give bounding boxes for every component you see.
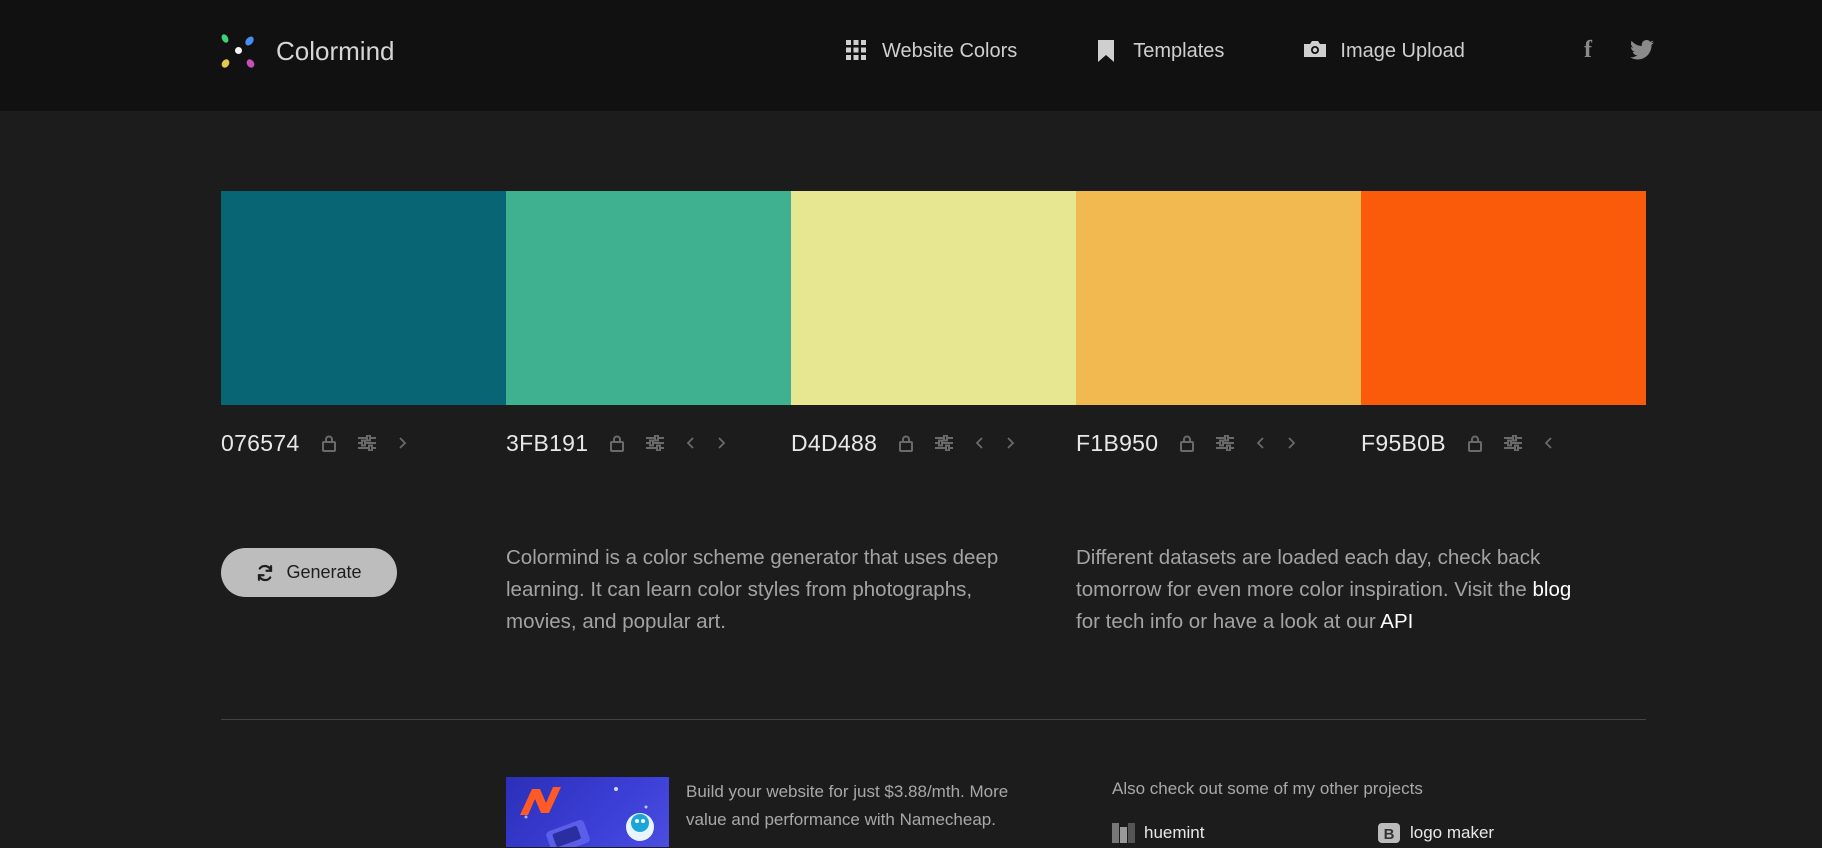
nav-label: Website Colors [882,39,1018,62]
lock-icon[interactable] [1180,435,1195,452]
grid-icon [846,40,868,62]
adjust-sliders-icon[interactable] [1216,435,1235,451]
projects-title: Also check out some of my other projects [1112,779,1423,798]
namecheap-logo-icon [520,787,654,847]
swatch-controls: F95B0B [1361,426,1646,460]
move-left-chevron-icon[interactable] [1256,437,1265,449]
color-swatch[interactable] [1076,191,1361,405]
nav-website-colors[interactable]: Website Colors [846,40,1017,63]
color-swatch[interactable] [221,191,506,405]
swatch-controls: 3FB191 [506,426,791,460]
hex-code[interactable]: F1B950 [1076,430,1158,457]
ad-text: Build your website for just $3.88/mth. M… [686,782,1009,829]
project-huemint-link[interactable]: huemint [1112,823,1204,843]
move-right-chevron-icon[interactable] [717,437,726,449]
generate-label: Generate [286,562,362,582]
blog-link[interactable]: blog [1533,578,1572,601]
brand-logo-link[interactable]: Colormind [220,32,395,70]
logo-maker-icon: B [1378,823,1402,843]
dataset-info: Different datasets are loaded each day, … [1076,542,1576,638]
swatch-labels: 076574 3FB191 D4D488 F1B950 F95B0B [221,426,1646,460]
nav-image-upload[interactable]: Image Upload [1304,40,1465,63]
colormind-logo-icon [220,32,258,70]
project-label: huemint [1144,823,1205,842]
project-label: logo maker [1410,823,1495,842]
nav-templates[interactable]: Templates [1097,40,1224,63]
svg-text:B: B [1384,826,1395,843]
section-divider [221,719,1646,720]
api-link[interactable]: API [1380,610,1413,633]
lock-icon[interactable] [899,435,914,452]
bookmark-icon [1097,40,1119,62]
move-right-chevron-icon[interactable] [398,437,407,449]
adjust-sliders-icon[interactable] [1503,435,1522,451]
swatch-controls: 076574 [221,426,506,460]
about-description: Colormind is a color scheme generator th… [506,546,999,633]
lock-icon[interactable] [610,435,625,452]
lock-icon[interactable] [321,435,336,452]
hex-code[interactable]: 3FB191 [506,430,588,457]
color-swatch[interactable] [1361,191,1646,405]
top-navigation-bar: Colormind Website Colors Templates Image… [0,0,1822,111]
hex-code[interactable]: 076574 [221,430,300,457]
move-left-chevron-icon[interactable] [975,437,984,449]
move-right-chevron-icon[interactable] [1006,437,1015,449]
project-logo-maker-link[interactable]: B logo maker [1378,823,1494,843]
color-swatch[interactable] [506,191,791,405]
facebook-glyph: f [1584,36,1592,63]
huemint-icon [1112,823,1136,843]
adjust-sliders-icon[interactable] [935,435,954,451]
swatch-controls: F1B950 [1076,426,1361,460]
move-left-chevron-icon[interactable] [1544,437,1553,449]
move-left-chevron-icon[interactable] [686,437,695,449]
hex-code[interactable]: F95B0B [1361,430,1446,457]
move-right-chevron-icon[interactable] [1287,437,1296,449]
generate-button[interactable]: Generate [221,548,397,597]
main-nav: Website Colors Templates Image Upload [846,36,1465,66]
hex-code[interactable]: D4D488 [791,430,877,457]
refresh-icon [258,564,273,581]
lock-icon[interactable] [1467,435,1482,452]
color-palette [221,191,1646,405]
dataset-info-text-2: for tech info or have a look at our [1076,610,1381,633]
nav-label: Image Upload [1340,39,1465,62]
brand-name: Colormind [276,35,395,66]
color-swatch[interactable] [791,191,1076,405]
twitter-icon[interactable] [1630,36,1654,64]
namecheap-ad-image[interactable] [506,777,669,847]
adjust-sliders-icon[interactable] [646,435,665,451]
camera-icon [1304,40,1327,62]
nav-label: Templates [1133,39,1225,62]
adjust-sliders-icon[interactable] [357,435,376,451]
facebook-icon[interactable]: f [1576,36,1600,64]
swatch-controls: D4D488 [791,426,1076,460]
social-links: f [1576,36,1654,64]
dataset-info-text: Different datasets are loaded each day, … [1076,546,1541,601]
